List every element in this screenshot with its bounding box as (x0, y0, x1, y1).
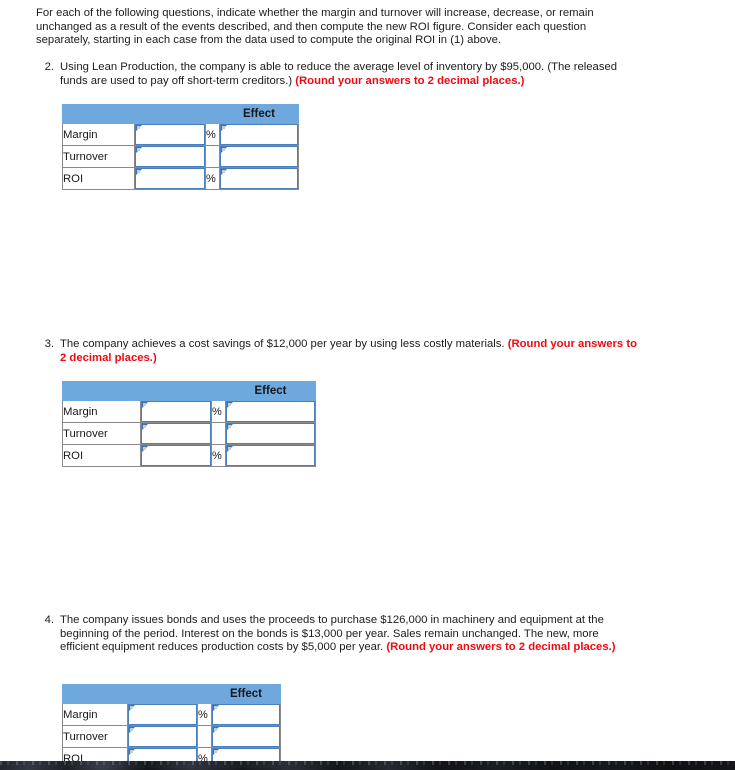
table-row: Margin % (62, 400, 316, 423)
turnover-unit-blank (211, 422, 226, 445)
question-block-2: 2. Using Lean Production, the company is… (38, 61, 638, 88)
roi-value-field[interactable] (141, 445, 211, 466)
header-blank-label (62, 381, 141, 401)
margin-effect-input[interactable] (219, 123, 299, 146)
row-label-roi: ROI (62, 444, 141, 467)
margin-effect-input[interactable] (225, 400, 316, 423)
question-block-3: 3. The company achieves a cost savings o… (38, 338, 638, 365)
table-row: Turnover (62, 422, 316, 445)
roi-value-input[interactable] (134, 167, 206, 190)
row-label-turnover: Turnover (62, 145, 135, 168)
margin-unit-percent: % (211, 400, 226, 423)
turnover-value-field[interactable] (128, 726, 197, 747)
turnover-value-field[interactable] (135, 146, 205, 167)
header-blank-value (140, 381, 212, 401)
roi-effect-input[interactable] (219, 167, 299, 190)
table-row: ROI % (62, 444, 316, 467)
row-label-margin: Margin (62, 123, 135, 146)
header-blank-label (62, 684, 128, 704)
margin-value-field[interactable] (135, 124, 205, 145)
row-label-roi: ROI (62, 167, 135, 190)
margin-effect-field[interactable] (212, 704, 280, 725)
turnover-effect-input[interactable] (211, 725, 281, 748)
header-blank-unit (197, 684, 212, 704)
margin-value-input[interactable] (127, 703, 198, 726)
header-effect: Effect (211, 684, 281, 704)
turnover-effect-input[interactable] (225, 422, 316, 445)
question-2-rounding-note: (Round your answers to 2 decimal places.… (295, 74, 525, 87)
turnover-effect-field[interactable] (226, 423, 315, 444)
turnover-effect-field[interactable] (220, 146, 298, 167)
header-blank-label (62, 104, 135, 124)
answer-table-question-4: Effect Margin % Turnover ROI % (62, 684, 281, 770)
worksheet-page: For each of the following questions, ind… (0, 0, 735, 770)
table-header-row: Effect (62, 381, 316, 401)
table-header-row: Effect (62, 104, 299, 124)
intro-paragraph: For each of the following questions, ind… (36, 7, 594, 47)
question-text-3: The company achieves a cost savings of $… (60, 338, 638, 365)
table-row: ROI % (62, 167, 299, 190)
margin-effect-field[interactable] (226, 401, 315, 422)
question-number-3: 3. (44, 338, 54, 350)
row-label-margin: Margin (62, 400, 141, 423)
question-block-4: 4. The company issues bonds and uses the… (38, 614, 638, 655)
margin-unit-percent: % (197, 703, 212, 726)
question-number-2: 2. (44, 61, 54, 73)
answer-table-question-2: Effect Margin % Turnover ROI % (62, 104, 299, 190)
roi-value-field[interactable] (135, 168, 205, 189)
question-text-3-plain: The company achieves a cost savings of $… (60, 338, 508, 350)
roi-value-input[interactable] (140, 444, 212, 467)
question-number-4: 4. (44, 614, 54, 626)
row-label-margin: Margin (62, 703, 128, 726)
roi-effect-input[interactable] (225, 444, 316, 467)
row-label-turnover: Turnover (62, 725, 128, 748)
table-header-row: Effect (62, 684, 281, 704)
table-row: Margin % (62, 123, 299, 146)
roi-effect-field[interactable] (220, 168, 298, 189)
scan-artifact-band (0, 761, 735, 770)
table-row: Turnover (62, 145, 299, 168)
header-effect: Effect (225, 381, 316, 401)
margin-value-input[interactable] (140, 400, 212, 423)
turnover-unit-blank (197, 725, 212, 748)
turnover-effect-field[interactable] (212, 726, 280, 747)
roi-unit-percent: % (205, 167, 220, 190)
table-row: Margin % (62, 703, 281, 726)
row-label-turnover: Turnover (62, 422, 141, 445)
turnover-value-input[interactable] (134, 145, 206, 168)
margin-effect-field[interactable] (220, 124, 298, 145)
table-row: Turnover (62, 725, 281, 748)
margin-value-input[interactable] (134, 123, 206, 146)
turnover-value-field[interactable] (141, 423, 211, 444)
scan-noise (0, 761, 735, 765)
header-blank-unit (205, 104, 220, 124)
header-blank-value (127, 684, 198, 704)
margin-value-field[interactable] (141, 401, 211, 422)
turnover-value-input[interactable] (140, 422, 212, 445)
turnover-value-input[interactable] (127, 725, 198, 748)
roi-effect-field[interactable] (226, 445, 315, 466)
margin-unit-percent: % (205, 123, 220, 146)
margin-value-field[interactable] (128, 704, 197, 725)
header-effect: Effect (219, 104, 299, 124)
header-blank-value (134, 104, 206, 124)
turnover-effect-input[interactable] (219, 145, 299, 168)
roi-unit-percent: % (211, 444, 226, 467)
question-text-4: The company issues bonds and uses the pr… (60, 614, 638, 655)
question-4-rounding-note: (Round your answers to 2 decimal places.… (386, 641, 616, 654)
turnover-unit-blank (205, 145, 220, 168)
margin-effect-input[interactable] (211, 703, 281, 726)
question-text-2: Using Lean Production, the company is ab… (60, 61, 638, 88)
header-blank-unit (211, 381, 226, 401)
answer-table-question-3: Effect Margin % Turnover ROI % (62, 381, 316, 467)
